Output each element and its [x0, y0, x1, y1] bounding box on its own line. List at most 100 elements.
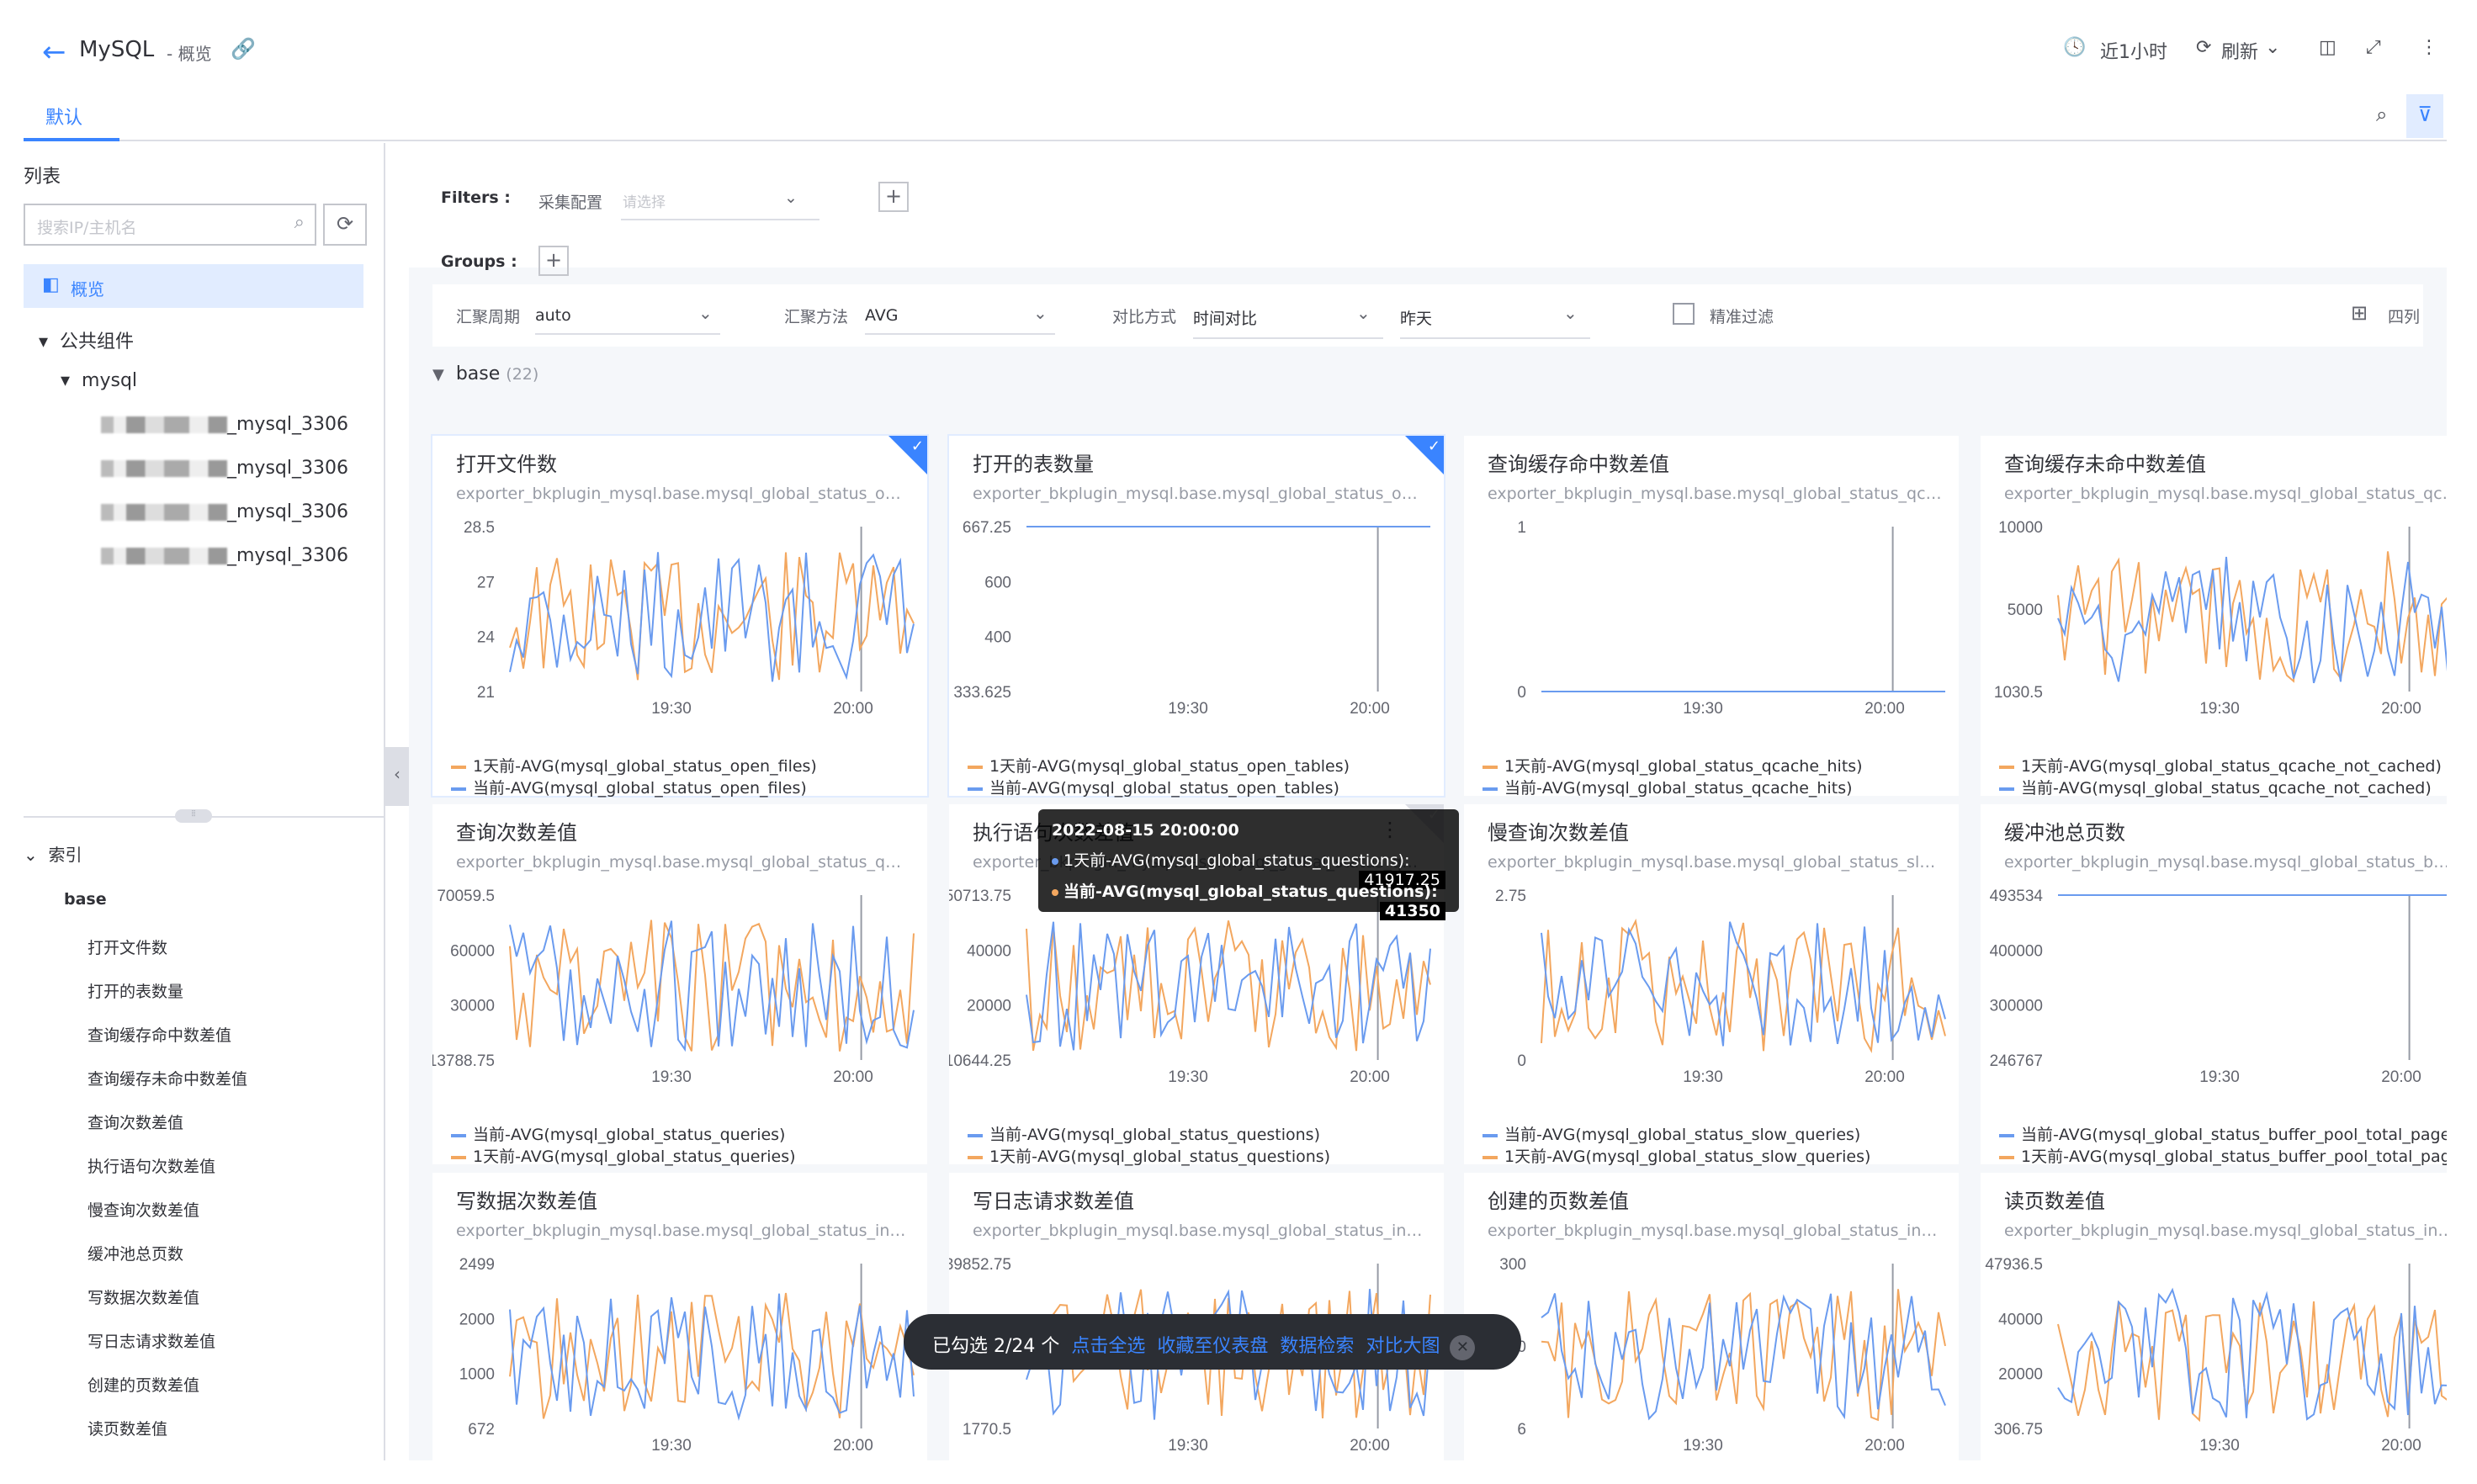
index-item[interactable]: 查询缓存命中数差值: [88, 1023, 231, 1046]
search-icon[interactable]: ⌕: [2376, 103, 2387, 126]
x-tick-label: 20:00: [2381, 1068, 2421, 1086]
chart-panel[interactable]: 打开的表数量 exporter_bkplugin_mysql.base.mysql…: [947, 434, 1445, 798]
tree-instance[interactable]: _mysql_3306: [101, 545, 348, 566]
refresh-select[interactable]: 刷新: [2221, 37, 2258, 64]
clock-icon[interactable]: 🕓: [2063, 37, 2086, 58]
search-input[interactable]: 搜索IP/主机名 ⌕: [24, 204, 316, 246]
index-item[interactable]: 查询缓存未命中数差值: [88, 1067, 247, 1089]
chart-panel[interactable]: 打开文件数 exporter_bkplugin_mysql.base.mysql_…: [431, 434, 929, 798]
method-select[interactable]: AVG: [865, 306, 1055, 335]
compare-target-select[interactable]: 昨天: [1400, 306, 1590, 339]
precise-checkbox[interactable]: [1673, 303, 1695, 325]
tree-node-public[interactable]: ▾ 公共组件: [39, 326, 134, 353]
link-icon[interactable]: 🔗: [231, 37, 256, 61]
index-item[interactable]: 读页数差值: [88, 1417, 167, 1439]
legend-item[interactable]: 1天前-AVG(mysql_global_status_queries): [451, 1144, 796, 1167]
time-range-select[interactable]: 近1小时: [2100, 37, 2167, 64]
index-item[interactable]: 写日志请求数差值: [88, 1329, 215, 1352]
index-item[interactable]: 慢查询次数差值: [88, 1198, 199, 1221]
group-header[interactable]: ▼ base (22): [432, 363, 538, 384]
chart-panel[interactable]: 创建的页数差值 exporter_bkplugin_mysql.base.mysq…: [1464, 1173, 1959, 1460]
tooltip-time: 2022-08-15 20:00:00: [1052, 821, 1239, 840]
legend-item[interactable]: 1天前-AVG(mysql_global_status_qcache_hits): [1482, 754, 1863, 776]
x-tick-label: 20:00: [1864, 700, 1905, 718]
tooltip-value: 41350: [1379, 902, 1445, 920]
back-arrow-icon[interactable]: ←: [42, 35, 66, 69]
compare-select[interactable]: 时间对比: [1193, 306, 1383, 339]
y-tick-label: 20000: [967, 998, 1011, 1015]
compare-large-link[interactable]: 对比大图: [1366, 1336, 1440, 1357]
legend-item[interactable]: 当前-AVG(mysql_global_status_open_files): [451, 776, 807, 798]
legend-label: 当前-AVG(mysql_global_status_open_files): [473, 779, 807, 798]
select-all-link[interactable]: 点击全选: [1071, 1336, 1145, 1357]
legend-item[interactable]: 当前-AVG(mysql_global_status_open_tables): [968, 776, 1339, 798]
period-select[interactable]: auto: [535, 306, 720, 335]
line-chart: 300200619:3020:00: [1499, 1256, 1946, 1455]
legend-label: 1天前-AVG(mysql_global_status_qcache_hits): [1504, 757, 1863, 776]
check-icon: ✓: [1427, 437, 1440, 455]
chart-panel[interactable]: 慢查询次数差值 exporter_bkplugin_mysql.base.mysq…: [1464, 804, 1959, 1167]
x-tick-label: 20:00: [1350, 1068, 1390, 1086]
page-title: MySQL: [79, 37, 155, 62]
refresh-icon[interactable]: ⟳: [2196, 37, 2211, 58]
chevron-down-icon[interactable]: ⌄: [2265, 37, 2280, 58]
legend-item[interactable]: 1天前-AVG(mysql_global_status_open_files): [451, 754, 817, 776]
legend-item[interactable]: 当前-AVG(mysql_global_status_buffer_pool_t…: [1999, 1122, 2447, 1145]
legend-item[interactable]: 当前-AVG(mysql_global_status_slow_queries): [1482, 1122, 1860, 1145]
filter-icon[interactable]: ⊽: [2406, 94, 2443, 138]
y-tick-label: 493534: [1990, 888, 2044, 905]
y-tick-label: 30000: [450, 998, 495, 1015]
chart-panel[interactable]: 读页数差值 exporter_bkplugin_mysql.base.mysql_…: [1981, 1173, 2447, 1460]
index-item[interactable]: 打开文件数: [88, 935, 167, 958]
fullscreen-icon[interactable]: ⤢: [2366, 37, 2381, 58]
add-group-button[interactable]: +: [538, 246, 569, 276]
y-tick-label: 2.75: [1495, 888, 1526, 905]
legend-item[interactable]: 当前-AVG(mysql_global_status_questions): [968, 1122, 1320, 1145]
tab-default[interactable]: 默认: [24, 91, 119, 141]
x-tick-label: 20:00: [2381, 1437, 2421, 1455]
collapse-sidebar-button[interactable]: ‹: [385, 747, 409, 806]
refresh-button[interactable]: ⟳: [323, 204, 367, 246]
tree-instance[interactable]: _mysql_3306: [101, 414, 348, 435]
index-item[interactable]: 打开的表数量: [88, 979, 183, 1002]
index-item[interactable]: 创建的页数差值: [88, 1373, 199, 1396]
tree-node-mysql[interactable]: ▾ mysql: [61, 370, 137, 391]
legend-item[interactable]: 当前-AVG(mysql_global_status_qcache_hits): [1482, 776, 1853, 798]
index-item[interactable]: 执行语句次数差值: [88, 1154, 215, 1177]
more-icon[interactable]: ⋮: [2420, 37, 2438, 58]
close-icon[interactable]: ✕: [1450, 1335, 1476, 1360]
chart-panel[interactable]: 查询缓存未命中数差值 exporter_bkplugin_mysql.base.m…: [1981, 436, 2447, 798]
line-chart: 667.25 600 400 333.625 19:30 20:00: [953, 519, 1430, 718]
legend-label: 当前-AVG(mysql_global_status_slow_queries): [1504, 1126, 1861, 1144]
chart-panel[interactable]: 缓冲池总页数 exporter_bkplugin_mysql.base.mysql…: [1981, 804, 2447, 1167]
sidebar-item-overview[interactable]: ◧ 概览: [24, 264, 363, 308]
chart-panel[interactable]: 查询缓存命中数差值 exporter_bkplugin_mysql.base.my…: [1464, 436, 1959, 798]
y-tick-label: 300: [1499, 1256, 1526, 1274]
field-select[interactable]: 采集配置 请选择 ⌄: [538, 188, 819, 220]
legend-item[interactable]: 1天前-AVG(mysql_global_status_slow_queries…: [1482, 1144, 1870, 1167]
index-item[interactable]: 缓冲池总页数: [88, 1242, 183, 1264]
drag-handle[interactable]: ⦙⦙: [175, 809, 212, 823]
layout-label[interactable]: 四列: [2388, 305, 2420, 327]
index-header[interactable]: ⌄ 索引: [24, 841, 82, 866]
tree-instance[interactable]: _mysql_3306: [101, 458, 348, 479]
tree-instance[interactable]: _mysql_3306: [101, 501, 348, 522]
save-to-dashboard-link[interactable]: 收藏至仪表盘: [1157, 1336, 1268, 1357]
legend-item[interactable]: 当前-AVG(mysql_global_status_queries): [451, 1122, 785, 1145]
legend-item[interactable]: 1天前-AVG(mysql_global_status_open_tables): [968, 754, 1350, 776]
legend-item[interactable]: 1天前-AVG(mysql_global_status_qcache_not_c…: [1999, 754, 2442, 776]
chart-panel[interactable]: 查询次数差值 exporter_bkplugin_mysql.base.mysql…: [432, 804, 927, 1167]
legend-item[interactable]: 1天前-AVG(mysql_global_status_questions): [968, 1144, 1330, 1167]
split-view-icon[interactable]: ◫: [2319, 37, 2336, 58]
chevron-down-icon: ⌄: [1033, 303, 1048, 323]
panel-metric: exporter_bkplugin_mysql.base.mysql_globa…: [456, 485, 910, 503]
legend-item[interactable]: 1天前-AVG(mysql_global_status_buffer_pool_…: [1999, 1144, 2447, 1167]
data-search-link[interactable]: 数据检索: [1280, 1336, 1354, 1357]
index-group[interactable]: base: [64, 890, 107, 909]
grid-layout-icon[interactable]: ⊞: [2351, 301, 2368, 325]
index-item[interactable]: 查询次数差值: [88, 1110, 183, 1133]
legend-item[interactable]: 当前-AVG(mysql_global_status_qcache_not_ca…: [1999, 776, 2432, 798]
index-item[interactable]: 写数据次数差值: [88, 1285, 199, 1308]
add-filter-button[interactable]: +: [878, 182, 909, 212]
chart-panel[interactable]: 写数据次数差值 exporter_bkplugin_mysql.base.mysq…: [432, 1173, 927, 1460]
